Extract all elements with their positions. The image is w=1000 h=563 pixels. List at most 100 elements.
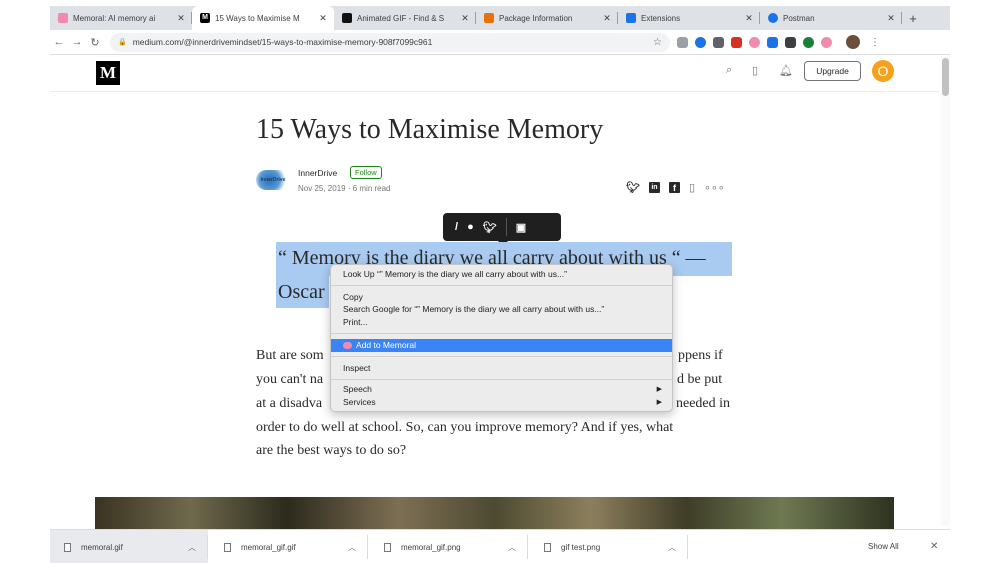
menu-item-copy[interactable]: Copy [331, 292, 672, 303]
article-image [95, 497, 894, 529]
package-icon [484, 13, 494, 23]
menu-item-search-google[interactable]: Search Google for “” Memory is the diary… [331, 304, 672, 315]
follow-button[interactable]: Follow [350, 166, 382, 179]
close-icon[interactable]: ✕ [460, 13, 470, 24]
menu-item-add-to-memoral[interactable]: Add to Memoral [331, 339, 672, 352]
close-icon[interactable]: ✕ [602, 13, 612, 24]
download-filename: memoral.gif [81, 542, 123, 552]
tab-title: Extensions [641, 13, 681, 23]
forward-arrow-icon[interactable]: → [68, 36, 86, 48]
menu-item-label: Add to Memoral [356, 340, 416, 350]
bookmarks-icon[interactable]: ▯ [752, 64, 758, 77]
close-icon[interactable]: ✕ [930, 530, 938, 563]
share-icons: 🐦︎ in f ▯ ∘∘∘ [626, 181, 734, 194]
download-item[interactable]: memoral_gif.png ︿ [370, 530, 528, 563]
puzzle-icon [626, 13, 636, 23]
facebook-icon[interactable]: f [668, 182, 680, 193]
chevron-up-icon[interactable]: ︿ [188, 542, 208, 553]
star-icon[interactable]: ☆ [653, 37, 662, 48]
respond-icon[interactable]: ● [467, 221, 474, 233]
menu-icon[interactable]: ⋮ [870, 37, 880, 48]
tab-title: Postman [783, 13, 815, 23]
author-name[interactable]: InnerDrive [298, 168, 337, 178]
new-tab-button[interactable]: + [902, 6, 924, 30]
menu-item-look-up[interactable]: Look Up “” Memory is the diary we all ca… [331, 269, 672, 280]
file-icon [64, 542, 71, 552]
profile-avatar[interactable] [846, 35, 860, 49]
chevron-up-icon[interactable]: ︿ [348, 542, 368, 553]
quote-text[interactable]: Oscar [278, 281, 325, 304]
url-text: medium.com/@innerdrivemindset/15-ways-to… [132, 37, 433, 47]
extension-icon[interactable] [731, 36, 742, 48]
highlight-pen-icon[interactable]: / [455, 221, 458, 233]
author-logo[interactable]: InnerDrive [256, 170, 290, 190]
download-item[interactable]: memoral_gif.gif ︿ [210, 530, 368, 563]
twitter-icon[interactable]: 🐦︎ [626, 181, 640, 194]
brain-icon[interactable] [821, 36, 832, 48]
bell-icon[interactable]: 🔔︎ [779, 64, 793, 77]
reload-icon[interactable]: ↻ [86, 36, 104, 49]
tab-giphy[interactable]: Animated GIF - Find & S ✕ [334, 6, 476, 30]
menu-item-speech[interactable]: Speech ▶ [331, 384, 672, 395]
upgrade-button[interactable]: Upgrade [804, 61, 861, 81]
chevron-up-icon[interactable]: ︿ [668, 542, 688, 553]
extension-icon[interactable] [767, 36, 778, 48]
extension-icon[interactable] [677, 36, 688, 48]
tab-package-information[interactable]: Package Information ✕ [476, 6, 618, 30]
brain-icon [343, 342, 352, 349]
close-icon[interactable]: ✕ [886, 13, 896, 24]
tab-postman[interactable]: Postman ✕ [760, 6, 902, 30]
file-icon [224, 542, 231, 552]
giphy-icon [342, 13, 352, 23]
download-filename: gif test.png [561, 542, 601, 552]
paragraph-line: you can't na [256, 372, 324, 387]
download-item[interactable]: memoral.gif ︿ [50, 530, 208, 563]
avatar[interactable]: O [872, 60, 894, 82]
chevron-up-icon[interactable]: ︿ [508, 542, 528, 553]
private-note-icon[interactable]: ▣ [516, 221, 526, 234]
tab-title: Memoral: AI memory ai [73, 13, 156, 23]
medium-logo[interactable]: M [96, 61, 120, 85]
more-options-icon[interactable]: ∘∘∘ [704, 181, 725, 194]
extension-icon[interactable] [713, 36, 724, 48]
download-filename: memoral_gif.gif [241, 542, 296, 552]
download-filename: memoral_gif.png [401, 542, 461, 552]
address-bar[interactable]: 🔒 medium.com/@innerdrivemindset/15-ways-… [110, 32, 670, 52]
file-icon [544, 542, 551, 552]
back-arrow-icon[interactable]: ← [50, 36, 68, 48]
search-icon[interactable]: ⌕ [726, 64, 732, 77]
close-icon[interactable]: ✕ [744, 13, 754, 24]
medium-header: M ⌕ ▯ 🔔︎ Upgrade O [50, 56, 940, 92]
brain-icon [58, 13, 68, 23]
close-icon[interactable]: ✕ [176, 13, 186, 24]
download-item[interactable]: gif test.png ︿ [530, 530, 688, 563]
paragraph-line: order to do well at school. So, can you … [256, 420, 674, 435]
scrollbar-thumb[interactable] [942, 58, 949, 96]
article-title: 15 Ways to Maximise Memory [256, 114, 604, 145]
twitter-icon[interactable]: 🐦︎ [483, 221, 497, 234]
tab-title: Package Information [499, 13, 573, 23]
extension-icon[interactable] [785, 36, 796, 48]
close-icon[interactable]: ✕ [318, 13, 328, 24]
tab-medium-article[interactable]: M 15 Ways to Maximise M ✕ [192, 6, 334, 30]
paragraph-line: are the best ways to do so? [256, 443, 407, 458]
menu-item-print[interactable]: Print... [331, 317, 672, 328]
submenu-arrow-icon: ▶ [656, 386, 662, 393]
menu-item-services[interactable]: Services ▶ [331, 397, 672, 408]
tab-memoral[interactable]: Memoral: AI memory ai ✕ [50, 6, 192, 30]
browser-window: Memoral: AI memory ai ✕ M 15 Ways to Max… [0, 0, 1000, 563]
tab-title: Animated GIF - Find & S [357, 13, 445, 23]
extension-icon[interactable] [695, 36, 706, 48]
bookmark-icon[interactable]: ▯ [689, 181, 695, 194]
file-icon [384, 542, 391, 552]
show-all-button[interactable]: Show All [868, 530, 899, 563]
extension-icon[interactable] [749, 36, 760, 48]
paragraph-line: But are som [256, 348, 324, 363]
paragraph-line: needed in [676, 396, 731, 411]
extension-icon[interactable] [803, 36, 814, 48]
article-meta: Nov 25, 2019 · 6 min read [298, 184, 391, 193]
tab-extensions[interactable]: Extensions ✕ [618, 6, 760, 30]
linkedin-icon[interactable]: in [648, 182, 660, 193]
menu-item-inspect[interactable]: Inspect [331, 363, 672, 374]
scrollbar-track[interactable] [941, 56, 950, 526]
